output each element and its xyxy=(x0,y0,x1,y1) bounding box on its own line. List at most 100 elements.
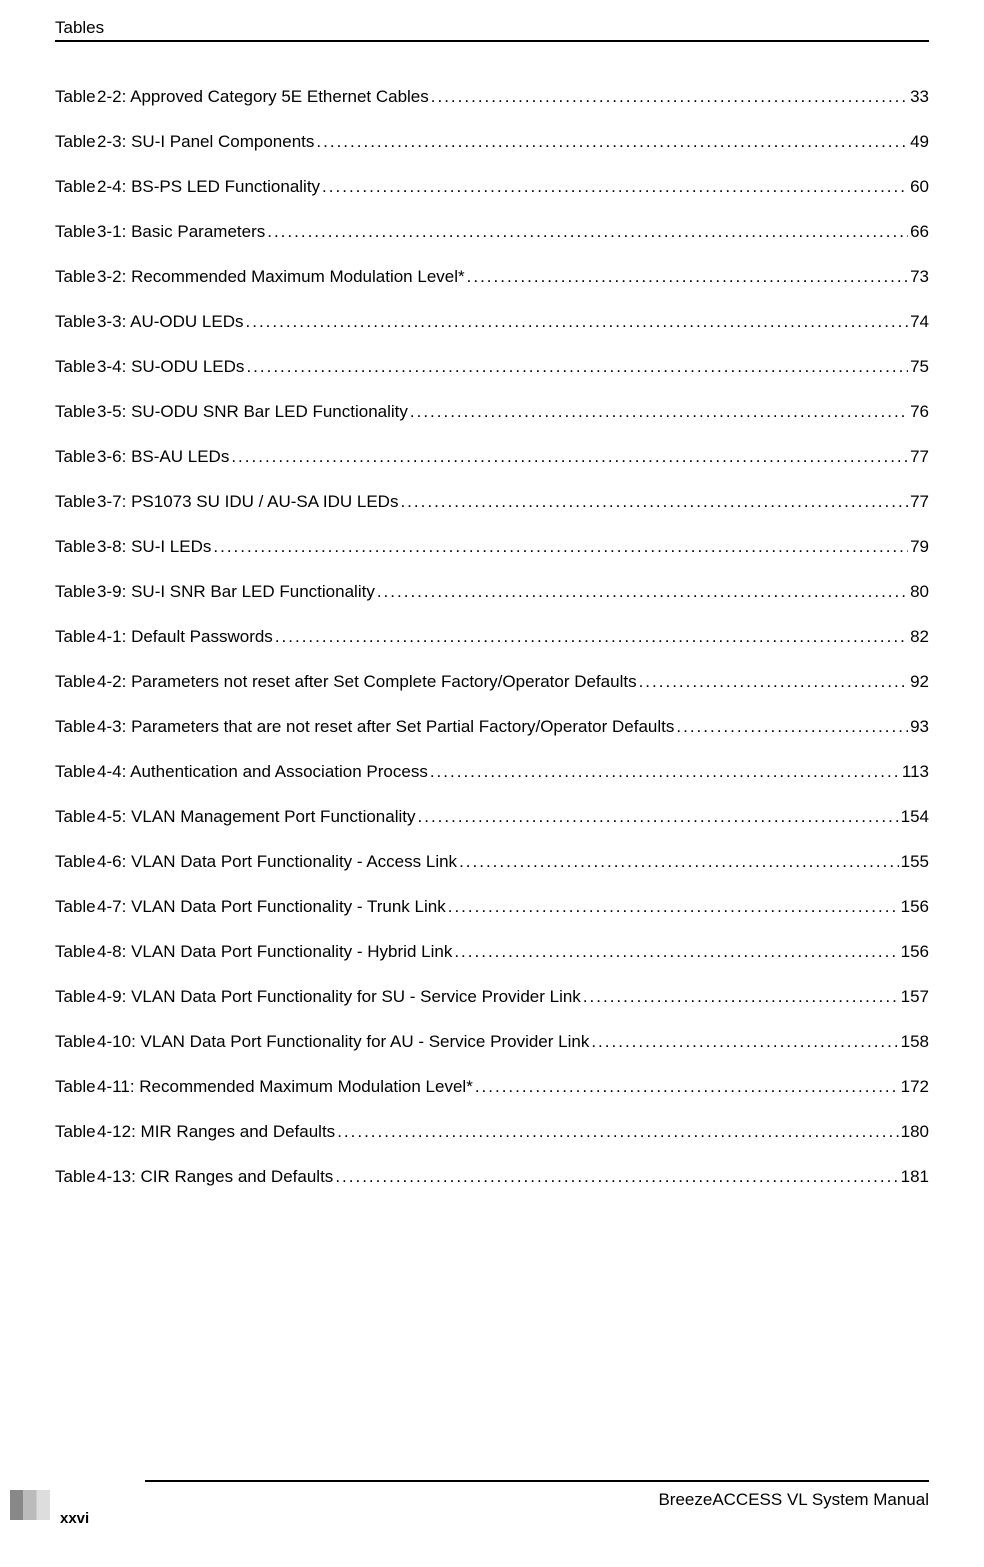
toc-leader-dots: ........................................… xyxy=(316,132,908,152)
toc-title: Table 3-7: PS1073 SU IDU / AU-SA IDU LED… xyxy=(55,492,398,512)
toc-page-number: 60 xyxy=(910,177,929,197)
toc-entry: Table 4-9: VLAN Data Port Functionality … xyxy=(55,987,929,1007)
toc-title: Table 4-2: Parameters not reset after Se… xyxy=(55,672,637,692)
toc-entry: Table 2-3: SU-I Panel Components........… xyxy=(55,132,929,152)
toc-page-number: 172 xyxy=(901,1077,929,1097)
toc-leader-dots: ........................................… xyxy=(275,627,908,647)
toc-entry: Table 4-5: VLAN Management Port Function… xyxy=(55,807,929,827)
page-footer: xxvi BreezeACCESS VL System Manual xyxy=(55,1480,929,1527)
toc-title: Table 2-3: SU-I Panel Components xyxy=(55,132,314,152)
toc-page-number: 158 xyxy=(901,1032,929,1052)
toc-leader-dots: ........................................… xyxy=(475,1077,899,1097)
toc-leader-dots: ........................................… xyxy=(337,1122,898,1142)
toc-title: Table 2-2: Approved Category 5E Ethernet… xyxy=(55,87,429,107)
toc-title: Table 4-12: MIR Ranges and Defaults xyxy=(55,1122,335,1142)
toc-leader-dots: ........................................… xyxy=(448,897,899,917)
toc-entry: Table 3-4: SU-ODU LEDs..................… xyxy=(55,357,929,377)
toc-entry: Table 3-3: AU-ODU LEDs..................… xyxy=(55,312,929,332)
footer-content: xxvi BreezeACCESS VL System Manual xyxy=(55,1490,929,1527)
toc-leader-dots: ........................................… xyxy=(231,447,908,467)
toc-leader-dots: ........................................… xyxy=(213,537,908,557)
toc-title: Table 3-8: SU-I LEDs xyxy=(55,537,211,557)
toc-page-number: 49 xyxy=(910,132,929,152)
toc-page-number: 74 xyxy=(910,312,929,332)
toc-leader-dots: ........................................… xyxy=(467,267,908,287)
toc-title: Table 4-6: VLAN Data Port Functionality … xyxy=(55,852,457,872)
toc-entry: Table 3-6: BS-AU LEDs...................… xyxy=(55,447,929,467)
toc-page-number: 76 xyxy=(910,402,929,422)
toc-entry: Table 4-8: VLAN Data Port Functionality … xyxy=(55,942,929,962)
toc-entry: Table 4-6: VLAN Data Port Functionality … xyxy=(55,852,929,872)
toc-page-number: 80 xyxy=(910,582,929,602)
toc-leader-dots: ........................................… xyxy=(430,762,900,782)
toc-entry: Table 3-8: SU-I LEDs....................… xyxy=(55,537,929,557)
toc-page-number: 79 xyxy=(910,537,929,557)
toc-entry: Table 4-2: Parameters not reset after Se… xyxy=(55,672,929,692)
toc-page-number: 157 xyxy=(901,987,929,1007)
footer-divider xyxy=(145,1480,929,1482)
toc-entry: Table 4-1: Default Passwords............… xyxy=(55,627,929,647)
tables-toc-list: Table 2-2: Approved Category 5E Ethernet… xyxy=(55,87,929,1187)
toc-entry: Table 4-7: VLAN Data Port Functionality … xyxy=(55,897,929,917)
page-number-box: xxvi xyxy=(55,1490,89,1527)
toc-entry: Table 4-13: CIR Ranges and Defaults.....… xyxy=(55,1167,929,1187)
toc-page-number: 75 xyxy=(910,357,929,377)
toc-page-number: 92 xyxy=(910,672,929,692)
toc-leader-dots: ........................................… xyxy=(400,492,908,512)
toc-title: Table 3-9: SU-I SNR Bar LED Functionalit… xyxy=(55,582,375,602)
toc-title: Table 3-1: Basic Parameters xyxy=(55,222,265,242)
toc-title: Table 4-4: Authentication and Associatio… xyxy=(55,762,428,782)
toc-leader-dots: ........................................… xyxy=(676,717,908,737)
toc-leader-dots: ........................................… xyxy=(410,402,908,422)
toc-entry: Table 3-5: SU-ODU SNR Bar LED Functional… xyxy=(55,402,929,422)
toc-title: Table 4-5: VLAN Management Port Function… xyxy=(55,807,416,827)
toc-title: Table 4-10: VLAN Data Port Functionality… xyxy=(55,1032,589,1052)
toc-leader-dots: ........................................… xyxy=(431,87,908,107)
toc-entry: Table 2-4: BS-PS LED Functionality......… xyxy=(55,177,929,197)
toc-leader-dots: ........................................… xyxy=(377,582,908,602)
toc-leader-dots: ........................................… xyxy=(246,357,908,377)
toc-page-number: 154 xyxy=(901,807,929,827)
toc-leader-dots: ........................................… xyxy=(583,987,899,1007)
toc-title: Table 3-4: SU-ODU LEDs xyxy=(55,357,244,377)
toc-entry: Table 4-10: VLAN Data Port Functionality… xyxy=(55,1032,929,1052)
toc-leader-dots: ........................................… xyxy=(335,1167,898,1187)
toc-leader-dots: ........................................… xyxy=(322,177,908,197)
toc-title: Table 4-11: Recommended Maximum Modulati… xyxy=(55,1077,473,1097)
toc-page-number: 155 xyxy=(901,852,929,872)
manual-title: BreezeACCESS VL System Manual xyxy=(658,1490,929,1510)
toc-entry: Table 4-11: Recommended Maximum Modulati… xyxy=(55,1077,929,1097)
toc-page-number: 156 xyxy=(901,942,929,962)
toc-entry: Table 2-2: Approved Category 5E Ethernet… xyxy=(55,87,929,107)
toc-page-number: 156 xyxy=(901,897,929,917)
toc-title: Table 4-7: VLAN Data Port Functionality … xyxy=(55,897,446,917)
toc-leader-dots: ........................................… xyxy=(639,672,909,692)
page-header: Tables xyxy=(55,18,929,42)
toc-entry: Table 4-12: MIR Ranges and Defaults.....… xyxy=(55,1122,929,1142)
toc-page-number: 33 xyxy=(910,87,929,107)
toc-title: Table 4-8: VLAN Data Port Functionality … xyxy=(55,942,452,962)
toc-page-number: 82 xyxy=(910,627,929,647)
toc-leader-dots: ........................................… xyxy=(459,852,899,872)
toc-entry: Table 4-3: Parameters that are not reset… xyxy=(55,717,929,737)
toc-entry: Table 3-2: Recommended Maximum Modulatio… xyxy=(55,267,929,287)
toc-page-number: 77 xyxy=(910,447,929,467)
toc-title: Table 4-3: Parameters that are not reset… xyxy=(55,717,674,737)
toc-title: Table 3-6: BS-AU LEDs xyxy=(55,447,229,467)
toc-leader-dots: ........................................… xyxy=(267,222,908,242)
toc-entry: Table 3-7: PS1073 SU IDU / AU-SA IDU LED… xyxy=(55,492,929,512)
toc-title: Table 4-9: VLAN Data Port Functionality … xyxy=(55,987,581,1007)
toc-leader-dots: ........................................… xyxy=(454,942,898,962)
toc-leader-dots: ........................................… xyxy=(418,807,899,827)
toc-page-number: 66 xyxy=(910,222,929,242)
toc-leader-dots: ........................................… xyxy=(591,1032,898,1052)
toc-page-number: 73 xyxy=(910,267,929,287)
toc-title: Table 3-3: AU-ODU LEDs xyxy=(55,312,244,332)
toc-title: Table 3-2: Recommended Maximum Modulatio… xyxy=(55,267,465,287)
toc-page-number: 181 xyxy=(901,1167,929,1187)
toc-entry: Table 3-1: Basic Parameters.............… xyxy=(55,222,929,242)
header-title: Tables xyxy=(55,18,104,37)
toc-title: Table 2-4: BS-PS LED Functionality xyxy=(55,177,320,197)
toc-page-number: 93 xyxy=(910,717,929,737)
toc-entry: Table 3-9: SU-I SNR Bar LED Functionalit… xyxy=(55,582,929,602)
